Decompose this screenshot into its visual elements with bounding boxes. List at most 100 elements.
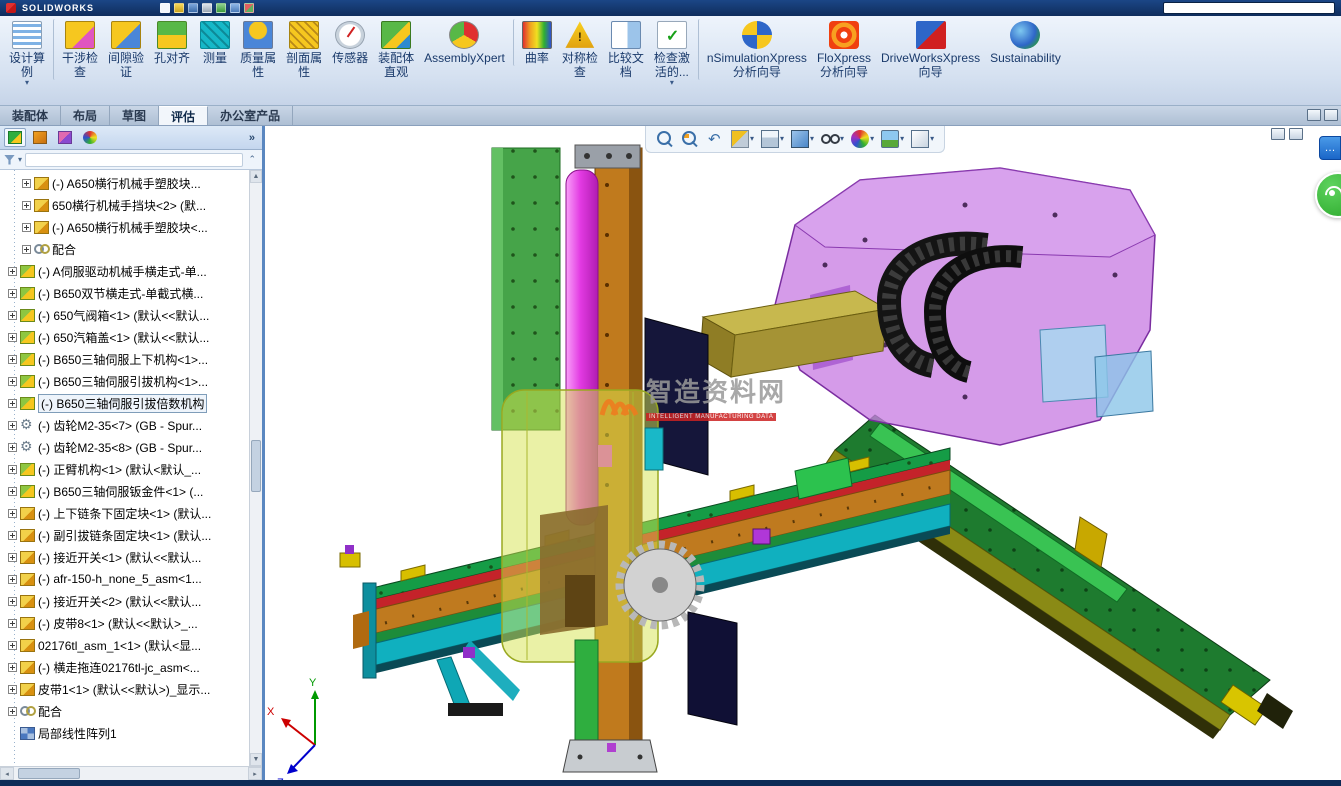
expand-toggle[interactable]: [8, 421, 17, 430]
model-navy-post[interactable]: [688, 612, 737, 725]
tree-item[interactable]: 650横行机械手挡块<2> (默...: [2, 194, 249, 216]
tree-item[interactable]: (-) B650三轴伺服上下机构<1>...: [2, 348, 249, 370]
standard-toolbar-icon[interactable]: [160, 3, 170, 13]
manager-tab[interactable]: [79, 128, 101, 147]
filter-funnel-icon[interactable]: [4, 155, 15, 165]
expand-toggle[interactable]: [8, 531, 17, 540]
standard-toolbar-icon[interactable]: [174, 3, 184, 13]
expand-toggle[interactable]: [8, 311, 17, 320]
tree-item[interactable]: 皮带1<1> (默认<<默认>)_显示...: [2, 678, 249, 700]
scroll-up-icon[interactable]: ▲: [250, 170, 262, 183]
ribbon-button[interactable]: 比较文 档 ▾: [603, 19, 649, 80]
ribbon-button[interactable]: DriveWorksXpress 向导 ▾: [876, 19, 985, 80]
heads-up-button[interactable]: ▾: [681, 130, 699, 148]
expand-toggle[interactable]: [8, 575, 17, 584]
expand-toggle[interactable]: [8, 685, 17, 694]
expand-toggle[interactable]: [8, 355, 17, 364]
ribbon-button[interactable]: 设计算 例 ▾: [4, 19, 50, 88]
ribbon-button[interactable]: 测量 ▾: [195, 19, 235, 66]
manager-tab[interactable]: [54, 128, 76, 147]
scroll-down-icon[interactable]: ▼: [250, 753, 262, 766]
tree-item[interactable]: (-) A650横行机械手塑胶块...: [2, 172, 249, 194]
heads-up-button[interactable]: ▾: [761, 130, 784, 148]
tree-item[interactable]: (-) 皮带8<1> (默认<<默认>_...: [2, 612, 249, 634]
command-tab[interactable]: 草图: [110, 106, 159, 125]
ribbon-button[interactable]: AssemblyXpert ▾: [419, 19, 510, 66]
graphics-viewport[interactable]: Y X Z ▾ ▾: [265, 126, 1341, 780]
expand-toggle[interactable]: [8, 487, 17, 496]
tree-filter-input[interactable]: [25, 153, 243, 167]
expand-toggle[interactable]: [8, 707, 17, 716]
expand-toggle[interactable]: [8, 267, 17, 276]
standard-toolbar-icon[interactable]: [216, 3, 226, 13]
tree-item[interactable]: (-) 650气阀箱<1> (默认<<默认...: [2, 304, 249, 326]
expand-toggle[interactable]: [8, 641, 17, 650]
split-pane-icon[interactable]: [1271, 128, 1285, 140]
standard-toolbar-icon[interactable]: [188, 3, 198, 13]
expand-toggle[interactable]: [8, 443, 17, 452]
ribbon-button[interactable]: 质量属 性 ▾: [235, 19, 281, 80]
tree-item[interactable]: (-) B650三轴伺服引拔机构<1>...: [2, 370, 249, 392]
filter-caret-icon[interactable]: ▾: [18, 155, 22, 164]
tree-item[interactable]: 02176tl_asm_1<1> (默认<显...: [2, 634, 249, 656]
ribbon-button[interactable]: 剖面属 性 ▾: [281, 19, 327, 80]
tree-item[interactable]: (-) 齿轮M2-35<8> (GB - Spur...: [2, 436, 249, 458]
tree-vertical-scrollbar[interactable]: ▲ ▼: [249, 170, 262, 766]
tree-item[interactable]: (-) 副引拔链条固定块<1> (默认...: [2, 524, 249, 546]
ribbon-button[interactable]: 装配体 直观 ▾: [373, 19, 419, 80]
tree-item[interactable]: (-) 齿轮M2-35<7> (GB - Spur...: [2, 414, 249, 436]
tree-item[interactable]: (-) A伺服驱动机械手横走式-单...: [2, 260, 249, 282]
ribbon-button[interactable]: 对称检 查 ▾: [557, 19, 603, 80]
expand-toggle[interactable]: [8, 619, 17, 628]
command-tab[interactable]: 办公室产品: [208, 106, 293, 125]
pane-restore-icon[interactable]: [1324, 109, 1338, 121]
heads-up-button[interactable]: ▾: [656, 130, 674, 148]
tree-item[interactable]: 配合: [2, 700, 249, 722]
expand-toggle[interactable]: [22, 245, 31, 254]
tree-item[interactable]: (-) B650双节横走式-单截式横...: [2, 282, 249, 304]
command-tab[interactable]: 装配体: [0, 106, 61, 125]
pane-layout-icon[interactable]: [1307, 109, 1321, 121]
expand-toggle[interactable]: [8, 663, 17, 672]
tree-item[interactable]: (-) 上下链条下固定块<1> (默认...: [2, 502, 249, 524]
tree-item[interactable]: (-) afr-150-h_none_5_asm<1...: [2, 568, 249, 590]
ribbon-button[interactable]: 传感器 ▾: [327, 19, 373, 66]
tree-item[interactable]: (-) B650三轴伺服引拔倍数机构: [2, 392, 249, 414]
manager-tab[interactable]: [29, 128, 51, 147]
expand-toggle[interactable]: [8, 399, 17, 408]
standard-toolbar-icon[interactable]: [202, 3, 212, 13]
scrollbar-thumb[interactable]: [251, 440, 261, 492]
manager-overflow-chevron[interactable]: »: [246, 132, 258, 144]
ribbon-button[interactable]: FloXpress 分析向导 ▾: [812, 19, 876, 80]
heads-up-button[interactable]: ▾: [881, 130, 904, 148]
standard-toolbar-icon[interactable]: [244, 3, 254, 13]
expand-toggle[interactable]: [8, 333, 17, 342]
search-input[interactable]: [1163, 2, 1335, 14]
command-tab[interactable]: 布局: [61, 106, 110, 125]
tree-item[interactable]: (-) A650横行机械手塑胶块<...: [2, 216, 249, 238]
tree-item[interactable]: (-) 正臂机构<1> (默认<默认_...: [2, 458, 249, 480]
tree-item[interactable]: (-) 650汽箱盖<1> (默认<<默认...: [2, 326, 249, 348]
expand-toggle[interactable]: [8, 289, 17, 298]
expand-toggle[interactable]: [22, 223, 31, 232]
ribbon-button[interactable]: Sustainability ▾: [985, 19, 1066, 66]
scrollbar-thumb[interactable]: [18, 768, 80, 779]
tree-item[interactable]: (-) 横走拖连02176tl-jc_asm<...: [2, 656, 249, 678]
tree-item[interactable]: 局部线性阵列1: [2, 722, 249, 744]
ribbon-button[interactable]: 检查激 活的... ▾: [649, 19, 695, 88]
heads-up-button[interactable]: ▾: [791, 130, 814, 148]
expand-toggle[interactable]: [22, 179, 31, 188]
heads-up-button[interactable]: ▾: [911, 130, 934, 148]
expand-toggle[interactable]: [8, 509, 17, 518]
manager-tab[interactable]: [4, 128, 26, 147]
standard-toolbar-icon[interactable]: [230, 3, 240, 13]
expand-toggle[interactable]: [22, 201, 31, 210]
heads-up-button[interactable]: ▾: [731, 130, 754, 148]
ribbon-button[interactable]: 干涉检 查 ▾: [53, 19, 103, 80]
chat-widget-button[interactable]: …: [1319, 136, 1341, 160]
heads-up-button[interactable]: ▾: [821, 130, 844, 148]
ribbon-button[interactable]: 曲率 ▾: [513, 19, 557, 66]
command-tab[interactable]: 评估: [159, 106, 208, 125]
tree-item[interactable]: 配合: [2, 238, 249, 260]
model-purple-block[interactable]: [753, 529, 770, 544]
